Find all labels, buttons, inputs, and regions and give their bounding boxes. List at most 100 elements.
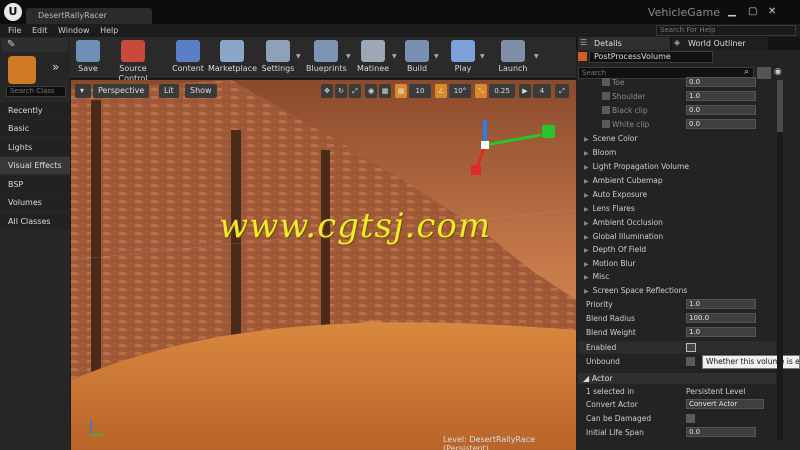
property-row-convert-actor: Convert Actor Convert Actor xyxy=(578,398,776,411)
play-button[interactable]: Play xyxy=(448,37,478,79)
show-button[interactable]: Show xyxy=(185,84,217,98)
black-clip-checkbox[interactable] xyxy=(602,106,610,114)
close-icon[interactable]: ✕ xyxy=(768,6,776,17)
actor-name-input[interactable]: PostProcessVolume xyxy=(589,51,713,63)
category-volumes[interactable]: Volumes xyxy=(0,194,70,211)
grid-snap-value[interactable]: 10 xyxy=(409,84,431,98)
expand-chevron-icon[interactable]: » xyxy=(52,60,59,74)
initial-life-span-value-field[interactable]: 0.0 xyxy=(686,427,756,437)
black-clip-value-field[interactable]: 0.0 xyxy=(686,105,756,115)
place-mode-icon[interactable]: ✎ xyxy=(7,39,15,50)
details-scrollbar-thumb[interactable] xyxy=(777,80,783,132)
save-button[interactable]: Save xyxy=(74,37,102,79)
gizmo-y-handle[interactable] xyxy=(542,125,555,138)
shoulder-checkbox[interactable] xyxy=(602,92,610,100)
blueprints-button[interactable]: Blueprints xyxy=(306,37,347,79)
menu-window[interactable]: Window xyxy=(58,24,90,37)
scale-icon[interactable]: ⤢ xyxy=(349,84,361,98)
details-scrollbar[interactable] xyxy=(777,80,783,440)
category-basic[interactable]: Basic xyxy=(0,120,70,137)
build-button[interactable]: Build xyxy=(402,37,432,79)
translate-icon[interactable]: ✥ xyxy=(321,84,333,98)
viewport-options-icon[interactable]: ▾ xyxy=(75,84,91,98)
white-clip-checkbox[interactable] xyxy=(602,120,610,128)
can-be-damaged-checkbox[interactable] xyxy=(686,414,695,423)
matinee-dropdown-icon[interactable]: ▼ xyxy=(392,53,397,60)
convert-actor-dropdown[interactable]: Convert Actor xyxy=(686,399,764,409)
level-viewport[interactable]: ▾ Perspective Lit Show ✥ ↻ ⤢ ◉ ▦ ▦ 10 ∠ … xyxy=(71,80,576,450)
maximize-icon[interactable]: ▢ xyxy=(748,6,757,17)
category-bloom[interactable]: ▶ Bloom xyxy=(584,146,774,159)
content-button[interactable]: Content xyxy=(170,37,206,79)
white-clip-value-field[interactable]: 0.0 xyxy=(686,119,756,129)
world-outliner-tab[interactable]: World Outliner xyxy=(672,37,768,50)
category-recently-placed[interactable]: Recently Placed xyxy=(0,102,70,132)
project-tab[interactable]: DesertRallyRacer xyxy=(26,8,152,24)
minimize-icon[interactable]: ▁ xyxy=(728,6,736,17)
toe-value-field[interactable]: 0.0 xyxy=(686,77,756,87)
actor-section-header[interactable]: ◢ Actor xyxy=(578,373,776,384)
expand-arrow-icon: ▶ xyxy=(584,150,589,157)
category-scene-color[interactable]: ▶ Scene Color xyxy=(584,132,774,145)
category-bsp[interactable]: BSP xyxy=(0,176,70,193)
app-title: VehicleGame xyxy=(647,6,720,19)
launch-dropdown-icon[interactable]: ▼ xyxy=(534,53,539,60)
class-search-input[interactable]: Search Class xyxy=(6,86,66,97)
menu-edit[interactable]: Edit xyxy=(32,24,48,37)
category-light-propagation-volume[interactable]: ▶ Light Propagation Volume xyxy=(584,160,774,173)
menu-help[interactable]: Help xyxy=(100,24,118,37)
settings-dropdown-icon[interactable]: ▼ xyxy=(296,53,301,60)
lit-button[interactable]: Lit xyxy=(159,84,179,98)
blueprints-dropdown-icon[interactable]: ▼ xyxy=(346,53,351,60)
perspective-button[interactable]: Perspective xyxy=(93,84,150,98)
category-global-illumination[interactable]: ▶ Global Illumination xyxy=(584,230,774,243)
toe-checkbox[interactable] xyxy=(602,78,610,86)
category-ambient-occlusion[interactable]: ▶ Ambient Occlusion xyxy=(584,216,774,229)
category-lights[interactable]: Lights xyxy=(0,139,70,156)
category-all-classes[interactable]: All Classes xyxy=(0,213,70,230)
details-tab[interactable]: Details xyxy=(578,37,670,50)
marketplace-button[interactable]: Marketplace xyxy=(208,37,257,79)
play-icon xyxy=(451,40,475,62)
grid-snap-icon[interactable]: ▦ xyxy=(395,84,407,98)
place-mode-box-icon[interactable] xyxy=(8,56,36,84)
source-control-button[interactable]: Source Control xyxy=(104,37,162,83)
settings-button[interactable]: Settings xyxy=(260,37,296,79)
gizmo-x-handle[interactable] xyxy=(471,165,481,175)
category-screen-space-reflections[interactable]: ▶ Screen Space Reflections xyxy=(584,284,774,297)
matinee-button[interactable]: Matinee xyxy=(356,37,390,79)
category-visual-effects[interactable]: Visual Effects xyxy=(0,157,70,174)
details-tab-icon: ☰ xyxy=(580,38,588,47)
category-motion-blur[interactable]: ▶ Motion Blur xyxy=(584,257,774,270)
camera-speed-icon[interactable]: ▶ xyxy=(519,84,531,98)
priority-value-field[interactable]: 1.0 xyxy=(686,299,756,309)
shoulder-value-field[interactable]: 1.0 xyxy=(686,91,756,101)
property-row-initial-life-span: Initial Life Span 0.0 xyxy=(578,426,776,439)
menu-file[interactable]: File xyxy=(8,24,21,37)
blend-radius-value-field[interactable]: 100.0 xyxy=(686,313,756,323)
world-space-icon[interactable]: ◉ xyxy=(365,84,377,98)
gizmo-center[interactable] xyxy=(481,141,489,149)
rotate-icon[interactable]: ↻ xyxy=(335,84,347,98)
scale-snap-icon[interactable]: ⤡ xyxy=(475,84,487,98)
content-icon xyxy=(176,40,200,62)
build-dropdown-icon[interactable]: ▼ xyxy=(434,53,439,60)
category-misc[interactable]: ▶ Misc xyxy=(584,270,774,283)
maximize-viewport-icon[interactable]: ⤢ xyxy=(555,84,569,98)
play-dropdown-icon[interactable]: ▼ xyxy=(480,53,485,60)
surface-snap-icon[interactable]: ▦ xyxy=(379,84,391,98)
scale-snap-value[interactable]: 0.25 xyxy=(489,84,515,98)
category-ambient-cubemap[interactable]: ▶ Ambient Cubemap xyxy=(584,174,774,187)
help-search-input[interactable]: Search For Help xyxy=(656,25,796,36)
enabled-checkbox[interactable] xyxy=(686,343,696,352)
unbound-checkbox[interactable] xyxy=(686,357,695,366)
category-depth-of-field[interactable]: ▶ Depth Of Field xyxy=(584,243,774,256)
launch-button[interactable]: Launch xyxy=(496,37,530,79)
expand-arrow-icon: ▶ xyxy=(584,288,589,295)
category-auto-exposure[interactable]: ▶ Auto Exposure xyxy=(584,188,774,201)
rotation-snap-value[interactable]: 10° xyxy=(449,84,471,98)
category-lens-flares[interactable]: ▶ Lens Flares xyxy=(584,202,774,215)
blend-weight-value-field[interactable]: 1.0 xyxy=(686,327,756,337)
camera-speed-value[interactable]: 4 xyxy=(533,84,551,98)
rotation-snap-icon[interactable]: ∠ xyxy=(435,84,447,98)
